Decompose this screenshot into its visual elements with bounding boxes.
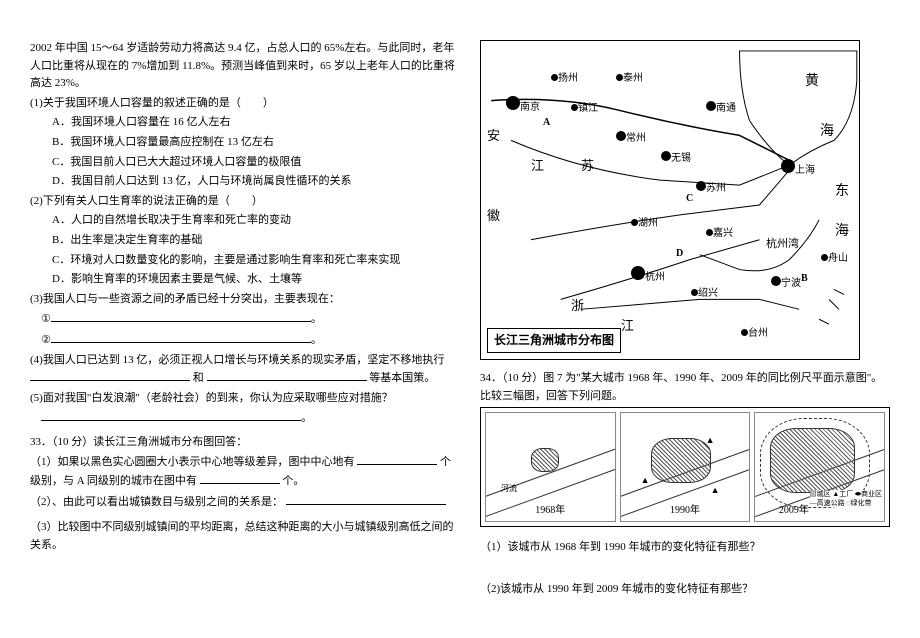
city-zhoushan: 舟山 bbox=[821, 251, 848, 267]
right-column: 扬州 泰州 南京 镇江 常州 南通 无锡 苏州 上海 湖州 嘉兴 杭州 绍兴 宁… bbox=[480, 40, 890, 618]
city-taizhou2: 台州 bbox=[741, 326, 768, 342]
blank bbox=[51, 310, 311, 322]
city-wuxi: 无锡 bbox=[661, 151, 691, 167]
city-taizhou: 泰州 bbox=[616, 71, 643, 87]
year-2009: 2009年 bbox=[779, 503, 809, 519]
blank bbox=[41, 409, 301, 421]
city-nantong: 南通 bbox=[706, 101, 736, 117]
label-hangzhouwan: 杭州湾 bbox=[766, 236, 799, 254]
q3-num2: ② bbox=[41, 334, 51, 346]
q5-blank: 。 bbox=[30, 409, 460, 428]
label-an: 安 bbox=[487, 126, 500, 147]
diagram-1968: 河流 1968年 bbox=[485, 412, 616, 522]
q3-num1: ① bbox=[41, 313, 51, 325]
label-jiang2: 江 bbox=[621, 316, 634, 337]
label-d: D bbox=[676, 246, 683, 262]
label-zhe: 浙 bbox=[571, 296, 584, 317]
q5-stem: (5)面对我国"白发浪潮"（老龄社会）的到来，你认为应采取哪些应对措施？ bbox=[30, 390, 460, 408]
q33-p3: （3）比较图中不同级别城镇间的平均距离，总结这种距离的大小与城镇级别高低之间的关… bbox=[30, 519, 460, 554]
left-column: 2002 年中国 15～64 岁适龄劳动力将高达 9.4 亿，占总人口的 65%… bbox=[30, 40, 460, 618]
city-ningbo: 宁波 bbox=[771, 276, 801, 292]
city-suzhou: 苏州 bbox=[696, 181, 726, 197]
q34-p2: （2)该城市从 1990 年到 2009 年城市的变化特征有那些？ bbox=[480, 581, 890, 599]
q3-line2: ②。 bbox=[30, 331, 460, 350]
q33-p1a: （1）如果以黑色实心圆圈大小表示中心地等级差异，图中中心地有 bbox=[30, 456, 355, 468]
q2-c: C．环境对人口数量变化的影响，主要是通过影响生育率和死亡率来实现 bbox=[30, 252, 460, 270]
q2-a: A．人口的自然增长取决于生育率和死亡率的变动 bbox=[30, 212, 460, 230]
q33-p2: （2）、由此可以看出城镇数目与级别之间的关系是： bbox=[30, 493, 460, 512]
q33-title: 33．（10 分）读长江三角洲城市分布图回答： bbox=[30, 434, 460, 452]
q2-d: D．影响生育率的环境因素主要是气候、水、土壤等 bbox=[30, 271, 460, 289]
map-title: 长江三角洲城市分布图 bbox=[487, 328, 621, 353]
q33-p1: （1）如果以黑色实心圆圈大小表示中心地等级差异，图中中心地有 个级别，与 A 同… bbox=[30, 453, 460, 490]
city-shanghai: 上海 bbox=[781, 159, 815, 179]
city-hangzhou: 杭州 bbox=[631, 266, 665, 286]
label-su: 苏 bbox=[581, 156, 594, 177]
city-nanjing: 南京 bbox=[506, 96, 540, 116]
q33-p2a: （2）、由此可以看出城镇数目与级别之间的关系是： bbox=[30, 496, 283, 508]
city-zhenjiang: 镇江 bbox=[571, 101, 598, 117]
legend: ▨城区 ▲工厂 ⬬商业区 —高速公路 ◌绿化带 bbox=[810, 490, 882, 507]
city-changzhou: 常州 bbox=[616, 131, 646, 147]
q1-a: A．我国环境人口容量在 16 亿人左右 bbox=[30, 114, 460, 132]
q3-stem: (3)我国人口与一些资源之间的矛盾已经十分突出，主要表现在： bbox=[30, 291, 460, 309]
q3-line1: ①。 bbox=[30, 310, 460, 329]
q34-p1: （1）该城市从 1968 年到 1990 年城市的变化特征有那些？ bbox=[480, 539, 890, 557]
blank bbox=[286, 493, 446, 505]
diagram-2009: ▨城区 ▲工厂 ⬬商业区 —高速公路 ◌绿化带 2009年 bbox=[754, 412, 885, 522]
blank bbox=[30, 369, 190, 381]
label-hai2: 海 bbox=[835, 221, 849, 243]
label-b: B bbox=[801, 271, 808, 287]
city-shaoxing: 绍兴 bbox=[691, 286, 718, 302]
city-huzhou: 湖州 bbox=[631, 216, 658, 232]
city-evolution-diagram: 河流 1968年 ▲ ▲ ▲ 1990年 ▨城区 ▲工厂 ⬬商业区 —高速公路 … bbox=[480, 407, 890, 527]
q1-stem: (1)关于我国环境人口容量的叙述正确的是（ ） bbox=[30, 95, 460, 113]
year-1990: 1990年 bbox=[670, 503, 700, 519]
map-lines bbox=[481, 41, 859, 359]
q2-stem: (2)下列有关人口生育率的说法正确的是（ ） bbox=[30, 193, 460, 211]
label-huang: 黄 bbox=[805, 71, 819, 93]
river-label: 河流 bbox=[501, 483, 517, 496]
q1-c: C．我国目前人口已大大超过环境人口容量的极限值 bbox=[30, 154, 460, 172]
blank bbox=[51, 331, 311, 343]
blank bbox=[207, 369, 367, 381]
label-jiang: 江 bbox=[531, 156, 544, 177]
label-a: A bbox=[543, 115, 550, 131]
map-yangtze-delta: 扬州 泰州 南京 镇江 常州 南通 无锡 苏州 上海 湖州 嘉兴 杭州 绍兴 宁… bbox=[480, 40, 860, 360]
label-dong: 东 bbox=[835, 181, 849, 203]
label-hai: 海 bbox=[820, 121, 834, 143]
diagram-1990: ▲ ▲ ▲ 1990年 bbox=[620, 412, 751, 522]
label-c: C bbox=[686, 191, 693, 207]
city-jiaxing: 嘉兴 bbox=[706, 226, 733, 242]
blank bbox=[357, 453, 437, 465]
q4-b: 和 bbox=[193, 372, 204, 384]
blank bbox=[200, 472, 280, 484]
year-1968: 1968年 bbox=[535, 503, 565, 519]
city-yangzhou: 扬州 bbox=[551, 71, 578, 87]
label-hui: 徽 bbox=[487, 206, 500, 227]
q34-title: 34．（10 分）图 7 为"某大城市 1968 年、1990 年、2009 年… bbox=[480, 370, 890, 405]
intro-text: 2002 年中国 15～64 岁适龄劳动力将高达 9.4 亿，占总人口的 65%… bbox=[30, 40, 460, 93]
q4-a: (4)我国人口已达到 13 亿，必须正视人口增长与环境关系的现实矛盾，坚定不移地… bbox=[30, 354, 444, 366]
q33-p1c: 个。 bbox=[282, 475, 304, 487]
q4: (4)我国人口已达到 13 亿，必须正视人口增长与环境关系的现实矛盾，坚定不移地… bbox=[30, 352, 460, 388]
q1-b: B．我国环境人口容量最高应控制在 13 亿左右 bbox=[30, 134, 460, 152]
q1-d: D．我国目前人口达到 13 亿，人口与环境尚属良性循环的关系 bbox=[30, 173, 460, 191]
q2-b: B．出生率是决定生育率的基础 bbox=[30, 232, 460, 250]
q4-c: 等基本国策。 bbox=[369, 372, 435, 384]
